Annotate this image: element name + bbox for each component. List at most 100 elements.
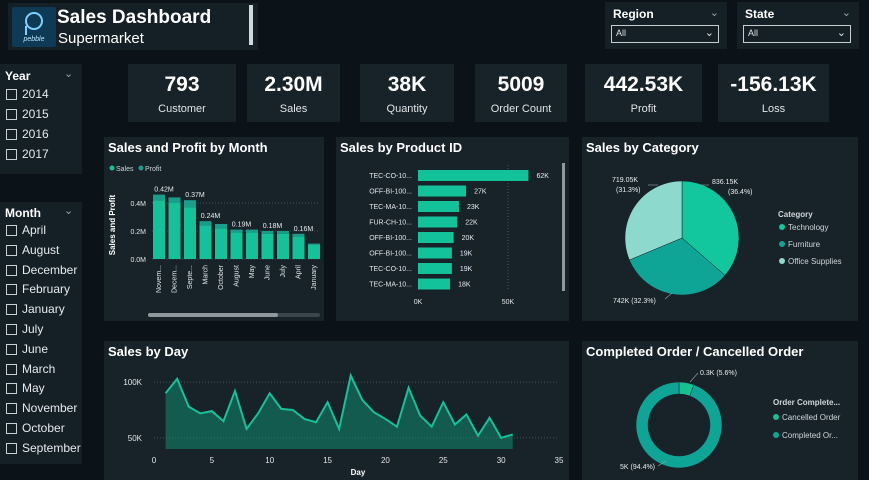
year-label: Year	[5, 69, 31, 83]
sales-bar	[168, 203, 181, 259]
kpi-label: Quantity	[386, 103, 428, 115]
checkbox[interactable]	[6, 89, 17, 100]
legend-title: Order Complete...	[773, 398, 840, 407]
legend-label: Technology	[788, 223, 828, 232]
donut-slice	[635, 381, 723, 469]
kpi-value: 5009	[497, 73, 545, 96]
region-slicer: Region ⌄ All ⌄	[605, 2, 727, 49]
data-label: 22K	[465, 220, 478, 227]
legend-label: Sales	[116, 166, 134, 173]
checkbox[interactable]	[6, 343, 17, 355]
state-dropdown[interactable]: All ⌄	[743, 25, 851, 43]
checkbox[interactable]	[6, 284, 17, 296]
header-divider	[249, 5, 253, 45]
x-tick-label: Decem...	[172, 265, 179, 293]
sales-bar	[277, 233, 289, 259]
checkbox[interactable]	[6, 423, 17, 434]
kpi-value: 38K	[387, 73, 427, 96]
chevron-down-icon[interactable]: ⌄	[842, 6, 851, 19]
sales-bar	[153, 200, 165, 259]
legend-dot	[109, 165, 115, 171]
checkbox[interactable]	[6, 403, 17, 415]
checkbox[interactable]	[6, 304, 17, 316]
data-label: 19K	[460, 251, 473, 258]
profit-bar	[246, 229, 258, 233]
order-chart-panel: Completed Order / Cancelled Order 0.3K (…	[582, 341, 858, 480]
month-ylabel: Sales and Profit	[108, 194, 117, 255]
data-label: 0.24M	[201, 213, 221, 220]
x-tick-label: 15	[323, 456, 332, 465]
kpi-quantity: 38K Quantity	[360, 64, 454, 122]
legend-label: Office Supplies	[788, 257, 842, 266]
scrollbar[interactable]	[562, 163, 565, 291]
checkbox[interactable]	[6, 264, 17, 276]
x-tick-label: 35	[555, 456, 564, 465]
checkbox[interactable]	[6, 442, 17, 454]
kpi-label: Order Count	[490, 103, 552, 115]
category-label: TEC-MA-10...	[369, 282, 412, 289]
day-chart-panel: Sales by Day 100K 50K 0 5 10 15 20 25 30 35 Day	[104, 341, 569, 480]
data-label: 0.19M	[232, 222, 252, 229]
product-bar	[418, 278, 451, 290]
x-tick-label: May	[249, 265, 256, 279]
x-tick-label: October	[218, 264, 225, 290]
kpi-label: Sales	[279, 103, 308, 115]
chevron-down-icon[interactable]: ⌄	[710, 6, 719, 19]
legend-label: Cancelled Order	[782, 413, 841, 422]
state-value: All	[748, 28, 759, 38]
data-label: 0.16M	[294, 226, 314, 233]
sales-bar	[261, 233, 274, 259]
product-bar	[418, 247, 452, 259]
sales-bar	[292, 236, 305, 259]
order-chart: 0.3K (5.6%) 5K (94.4%) Order Complete... Ca…	[620, 370, 841, 471]
kpi-value: -156.13K	[730, 73, 817, 96]
product-chart-panel: Sales by Product ID 0K 50K TEC-CO-10... 62…	[336, 137, 569, 321]
region-dropdown[interactable]: All ⌄	[611, 25, 719, 43]
sales-bar	[215, 228, 227, 259]
legend-dot	[779, 224, 785, 230]
data-label: 27K	[474, 189, 487, 196]
category-label: OFF-BI-100...	[369, 251, 412, 258]
checkbox[interactable]	[6, 383, 17, 395]
kpi-value: 2.30M	[264, 73, 323, 96]
sales-bar	[184, 207, 196, 259]
year-slicer: Year ⌄ 2014 2015 2016 2017	[0, 64, 82, 174]
chevron-down-icon[interactable]: ⌄	[64, 204, 73, 217]
x-tick-label: 0K	[414, 299, 423, 306]
profit-bar	[153, 194, 165, 201]
x-tick-label: June	[265, 265, 272, 280]
checkbox[interactable]	[6, 244, 17, 256]
area-fill	[165, 375, 513, 449]
dashboard-header: pebble Sales Dashboard Supermarket	[8, 3, 258, 50]
data-label: 18K	[458, 282, 471, 289]
chevron-down-icon[interactable]: ⌄	[64, 67, 73, 80]
legend-dot	[773, 414, 779, 420]
product-bar	[418, 170, 529, 181]
checkbox[interactable]	[6, 225, 17, 236]
legend-title: Category	[778, 210, 813, 219]
legend-label: Completed Or...	[782, 431, 838, 440]
data-label: 19K	[460, 266, 473, 273]
scrollbar-thumb[interactable]	[148, 313, 278, 317]
checkbox[interactable]	[6, 324, 17, 335]
page-subtitle: Supermarket	[58, 30, 144, 47]
sales-bar	[246, 232, 258, 259]
x-tick-label: April	[296, 265, 303, 279]
month-label: Month	[5, 206, 41, 220]
x-tick-label: Novem...	[156, 265, 163, 293]
checkbox[interactable]	[6, 363, 17, 375]
x-tick-label: 20	[381, 456, 390, 465]
month-chart-panel: Sales and Profit by Month Sales Profit 0.…	[104, 137, 324, 321]
kpi-label: Customer	[158, 103, 206, 115]
legend-label: Profit	[145, 166, 161, 173]
slice-label-pct: (36.4%)	[728, 189, 753, 196]
x-tick-label: 50K	[502, 299, 515, 306]
region-label: Region	[613, 7, 654, 21]
checkbox[interactable]	[6, 129, 17, 140]
sales-bar	[230, 232, 243, 259]
checkbox[interactable]	[6, 109, 17, 120]
checkbox[interactable]	[6, 149, 17, 160]
data-label: 0.37M	[185, 192, 205, 199]
pebble-logo: pebble	[12, 7, 56, 47]
product-bar	[418, 185, 467, 197]
